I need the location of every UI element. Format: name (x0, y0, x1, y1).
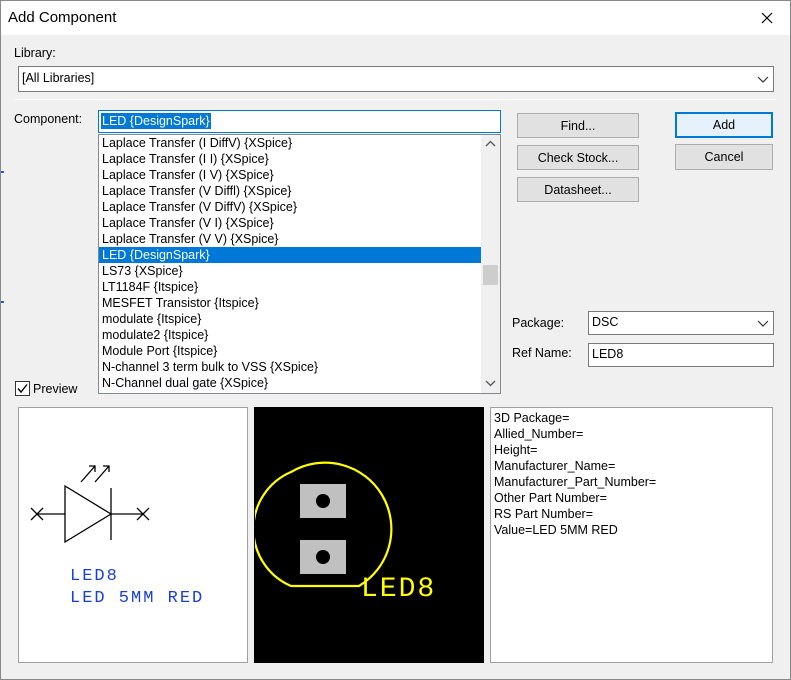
component-list[interactable]: Laplace Transfer (I DiffV) {XSpice} Lapla… (98, 134, 501, 394)
property-line: Manufacturer_Name= (494, 459, 616, 473)
library-value: [All Libraries] (22, 71, 95, 85)
pcb-preview: LED8 (252, 407, 484, 663)
close-button[interactable] (744, 1, 790, 35)
preview-label: Preview (33, 382, 78, 396)
schematic-value-text: LED 5MM RED (70, 589, 204, 608)
list-item[interactable]: Laplace Transfer (V Diffl) {XSpice} (99, 183, 482, 199)
pcb-ref-text: LED8 (361, 574, 436, 605)
cancel-button[interactable]: Cancel (675, 144, 773, 170)
package-select[interactable]: DSC (588, 311, 774, 335)
check-stock-button[interactable]: Check Stock... (517, 145, 639, 170)
pad-1-hole (316, 494, 330, 508)
list-item[interactable]: N-channel 3 term bulk to VSS {XSpice} (99, 359, 482, 375)
checkmark-icon (17, 384, 28, 394)
property-line: Manufacturer_Part_Number= (494, 475, 657, 489)
chevron-down-icon (757, 76, 769, 83)
list-item[interactable]: modulate2 {Itspice} (99, 327, 482, 343)
package-label: Package: (512, 316, 565, 330)
list-item[interactable]: Laplace Transfer (V V) {XSpice} (99, 231, 482, 247)
list-item[interactable]: MESFET Transistor {Itspice} (99, 295, 482, 311)
schematic-preview: LED8 LED 5MM RED (18, 407, 248, 663)
ref-name-label: Ref Name: (512, 346, 572, 360)
list-item[interactable]: Laplace Transfer (I DiffV) {XSpice} (99, 135, 482, 151)
pad-2-hole (316, 550, 330, 564)
list-item[interactable]: N-Channel dual gate {XSpice} (99, 375, 482, 391)
property-line: Other Part Number= (494, 491, 607, 505)
property-line: 3D Package= (494, 411, 570, 425)
library-select[interactable]: [All Libraries] (18, 66, 774, 92)
ref-name-value: LED8 (592, 347, 624, 361)
component-label: Component: (14, 112, 83, 126)
list-item[interactable]: Laplace Transfer (V I) {XSpice} (99, 215, 482, 231)
background-mark (1, 171, 4, 173)
property-line: Value=LED 5MM RED (494, 523, 618, 537)
add-component-dialog: Add Component Library: [All Libraries] C… (0, 0, 791, 680)
list-item[interactable]: Module Port {Itspice} (99, 343, 482, 359)
component-list-items: Laplace Transfer (I DiffV) {XSpice} Lapla… (99, 135, 482, 391)
properties-list: 3D Package= Allied_Number= Height= Manufact… (494, 410, 769, 538)
led-schematic-symbol: LED8 LED 5MM RED (30, 465, 204, 608)
schematic-ref-text: LED8 (70, 567, 119, 586)
ref-name-input[interactable]: LED8 (588, 343, 774, 367)
package-value: DSC (592, 315, 619, 329)
list-item[interactable]: LED {DesignSpark} (99, 247, 482, 263)
component-input-value: LED {DesignSpark} (101, 113, 211, 129)
list-item[interactable]: LS73 {XSpice} (99, 263, 482, 279)
led-pcb-footprint: LED8 (252, 461, 436, 605)
list-item[interactable]: Laplace Transfer (I V) {XSpice} (99, 167, 482, 183)
list-scrollbar[interactable] (481, 135, 500, 393)
preview-checkbox[interactable] (15, 381, 30, 396)
list-item[interactable]: Laplace Transfer (I I) {XSpice} (99, 151, 482, 167)
list-item[interactable]: LT1184F {Itspice} (99, 279, 482, 295)
list-item[interactable]: modulate {Itspice} (99, 311, 482, 327)
divider (15, 99, 776, 100)
scroll-down-icon[interactable] (485, 379, 496, 387)
component-input[interactable]: LED {DesignSpark} (98, 110, 501, 133)
chevron-down-icon (757, 320, 769, 327)
datasheet-button[interactable]: Datasheet... (517, 177, 639, 202)
scroll-up-icon[interactable] (485, 140, 496, 148)
dialog-title: Add Component (8, 9, 117, 26)
property-line: RS Part Number= (494, 507, 593, 521)
library-label: Library: (14, 46, 56, 60)
add-button[interactable]: Add (675, 112, 773, 138)
property-line: Allied_Number= (494, 427, 584, 441)
list-item[interactable]: Laplace Transfer (V DiffV) {XSpice} (99, 199, 482, 215)
find-button[interactable]: Find... (517, 113, 639, 138)
scroll-thumb[interactable] (483, 265, 498, 285)
background-mark (1, 301, 4, 303)
properties-panel: 3D Package= Allied_Number= Height= Manufact… (490, 407, 773, 663)
property-line: Height= (494, 443, 538, 457)
close-icon (761, 12, 773, 24)
title-bar: Add Component (1, 1, 790, 35)
